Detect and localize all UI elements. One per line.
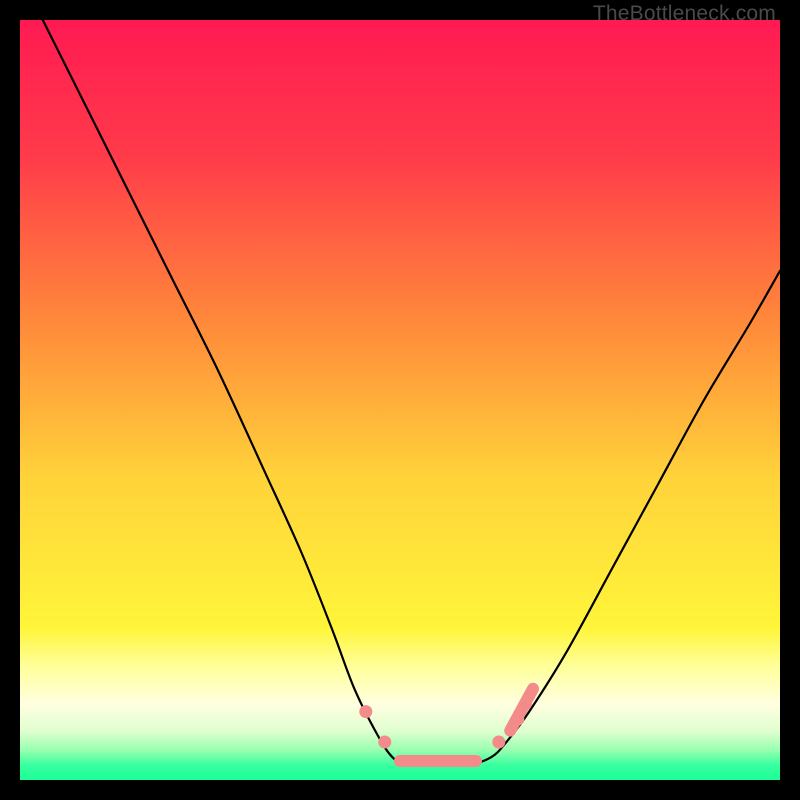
plot-area — [20, 20, 780, 780]
chart-frame: TheBottleneck.com — [0, 0, 800, 800]
marker-dot — [359, 705, 372, 718]
marker-dot — [519, 698, 532, 711]
watermark-text: TheBottleneck.com — [593, 2, 776, 26]
marker-dot — [492, 736, 505, 749]
marker-dot — [511, 713, 524, 726]
curve-layer — [20, 20, 780, 780]
marker-dot — [378, 736, 391, 749]
marker-layer — [359, 689, 533, 761]
bottleneck-curve — [43, 20, 780, 765]
